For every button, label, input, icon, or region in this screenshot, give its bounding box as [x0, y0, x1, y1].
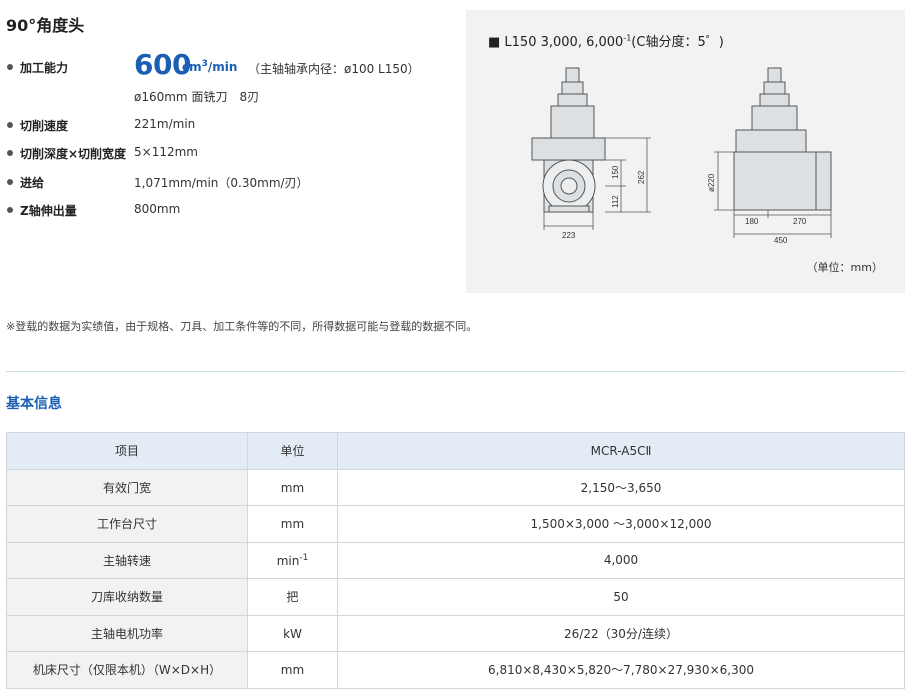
divider [6, 371, 905, 372]
dim-150: 150 [611, 165, 620, 179]
section-title: 基本信息 [6, 396, 62, 412]
table-header-row: 项目 单位 MCR-A5CⅡ [6, 432, 905, 470]
dim-270: 270 [793, 217, 807, 226]
header-item: 项目 [6, 432, 248, 470]
unit-note: （单位：mm） [806, 261, 883, 274]
diagram-panel: ■ L150 3,000, 6,000-1(C轴分度：5゜) 150 262 1… [466, 10, 905, 293]
cell-item: 有效门宽 [6, 468, 248, 506]
header-unit: 单位 [247, 432, 338, 470]
cell-item: 机床尺寸（仅限本机）（W×D×H） [6, 651, 248, 689]
table-row: 刀库收纳数量 把 50 [6, 578, 905, 616]
spec-value: 1,071mm/min（0.30mm/刃） [134, 176, 309, 190]
table-row: 机床尺寸（仅限本机）（W×D×H） mm 6,810×8,430×5,820～7… [6, 651, 905, 689]
spec-cut-depth-width: 切削深度×切削宽度 5×112mm [6, 142, 456, 164]
spec-capacity: 加工能力 600 cm3/min （主轴轴承内径：ø100 L150） ø160… [6, 48, 456, 104]
dim-180: 180 [745, 217, 759, 226]
spec-value: 5×112mm [134, 145, 198, 159]
disclaimer-note: ※登载的数据为实绩值，由于规格、刀具、加工条件等的不同，所得数据可能与登载的数据… [6, 320, 478, 333]
dim-223: 223 [562, 231, 576, 240]
bullet-icon [7, 207, 13, 213]
cell-value: 26/22（30分/连续） [337, 614, 905, 652]
capacity-unit: cm3/min [182, 59, 238, 74]
cell-value: 2,150～3,650 [337, 468, 905, 506]
header-model: MCR-A5CⅡ [337, 432, 905, 470]
cell-item: 主轴转速 [6, 541, 248, 579]
capacity-note: （主轴轴承内径：ø100 L150） [248, 62, 420, 76]
cell-unit: mm [247, 651, 338, 689]
angle-head-drawing: 150 262 112 223 ø220 180 270 450 [531, 67, 832, 245]
spec-label: 切削深度×切削宽度 [20, 147, 127, 161]
shaft-top [565, 67, 580, 83]
cell-unit: kW [247, 614, 338, 652]
dim-450: 450 [774, 236, 788, 245]
dim-220: ø220 [707, 173, 716, 192]
spec-value: 800mm [134, 202, 181, 216]
table-row: 有效门宽 mm 2,150～3,650 [6, 468, 905, 506]
bullet-icon [7, 150, 13, 156]
cell-item: 刀库收纳数量 [6, 578, 248, 616]
cell-value: 50 [337, 578, 905, 616]
cell-unit: mm [247, 505, 338, 543]
bullet-icon [7, 64, 13, 70]
basic-info-table: 项目 单位 MCR-A5CⅡ 有效门宽 mm 2,150～3,650 工作台尺寸… [6, 432, 905, 689]
cell-unit: min-1 [247, 541, 338, 579]
page-title: 90°角度头 [6, 16, 85, 35]
table-row: 主轴转速 min-1 4,000 [6, 541, 905, 579]
cell-unit: 把 [247, 578, 338, 616]
bullet-icon [7, 179, 13, 185]
spec-label: 进给 [20, 176, 45, 190]
spec-feed: 进给 1,071mm/min（0.30mm/刃） [6, 171, 456, 193]
bullet-icon [7, 122, 13, 128]
spec-label: 加工能力 [20, 61, 69, 75]
table-row: 工作台尺寸 mm 1,500×3,000 ～3,000×12,000 [6, 505, 905, 543]
cell-value: 1,500×3,000 ～3,000×12,000 [337, 505, 905, 543]
spec-label: 切削速度 [20, 119, 69, 133]
spec-label: Z轴伸出量 [20, 204, 77, 218]
capacity-tool: ø160mm 面铣刀 8刃 [134, 90, 260, 104]
spec-cutting-speed: 切削速度 221m/min [6, 114, 456, 136]
spec-value: 221m/min [134, 117, 196, 131]
cell-value: 6,810×8,430×5,820～7,780×27,930×6,300 [337, 651, 905, 689]
spec-z-extension: Z轴伸出量 800mm [6, 199, 456, 221]
dim-262: 262 [637, 170, 646, 184]
cell-value: 4,000 [337, 541, 905, 579]
table-row: 主轴电机功率 kW 26/22（30分/连续） [6, 614, 905, 652]
cell-unit: mm [247, 468, 338, 506]
cell-item: 工作台尺寸 [6, 505, 248, 543]
dim-112: 112 [611, 195, 620, 208]
cell-item: 主轴电机功率 [6, 614, 248, 652]
